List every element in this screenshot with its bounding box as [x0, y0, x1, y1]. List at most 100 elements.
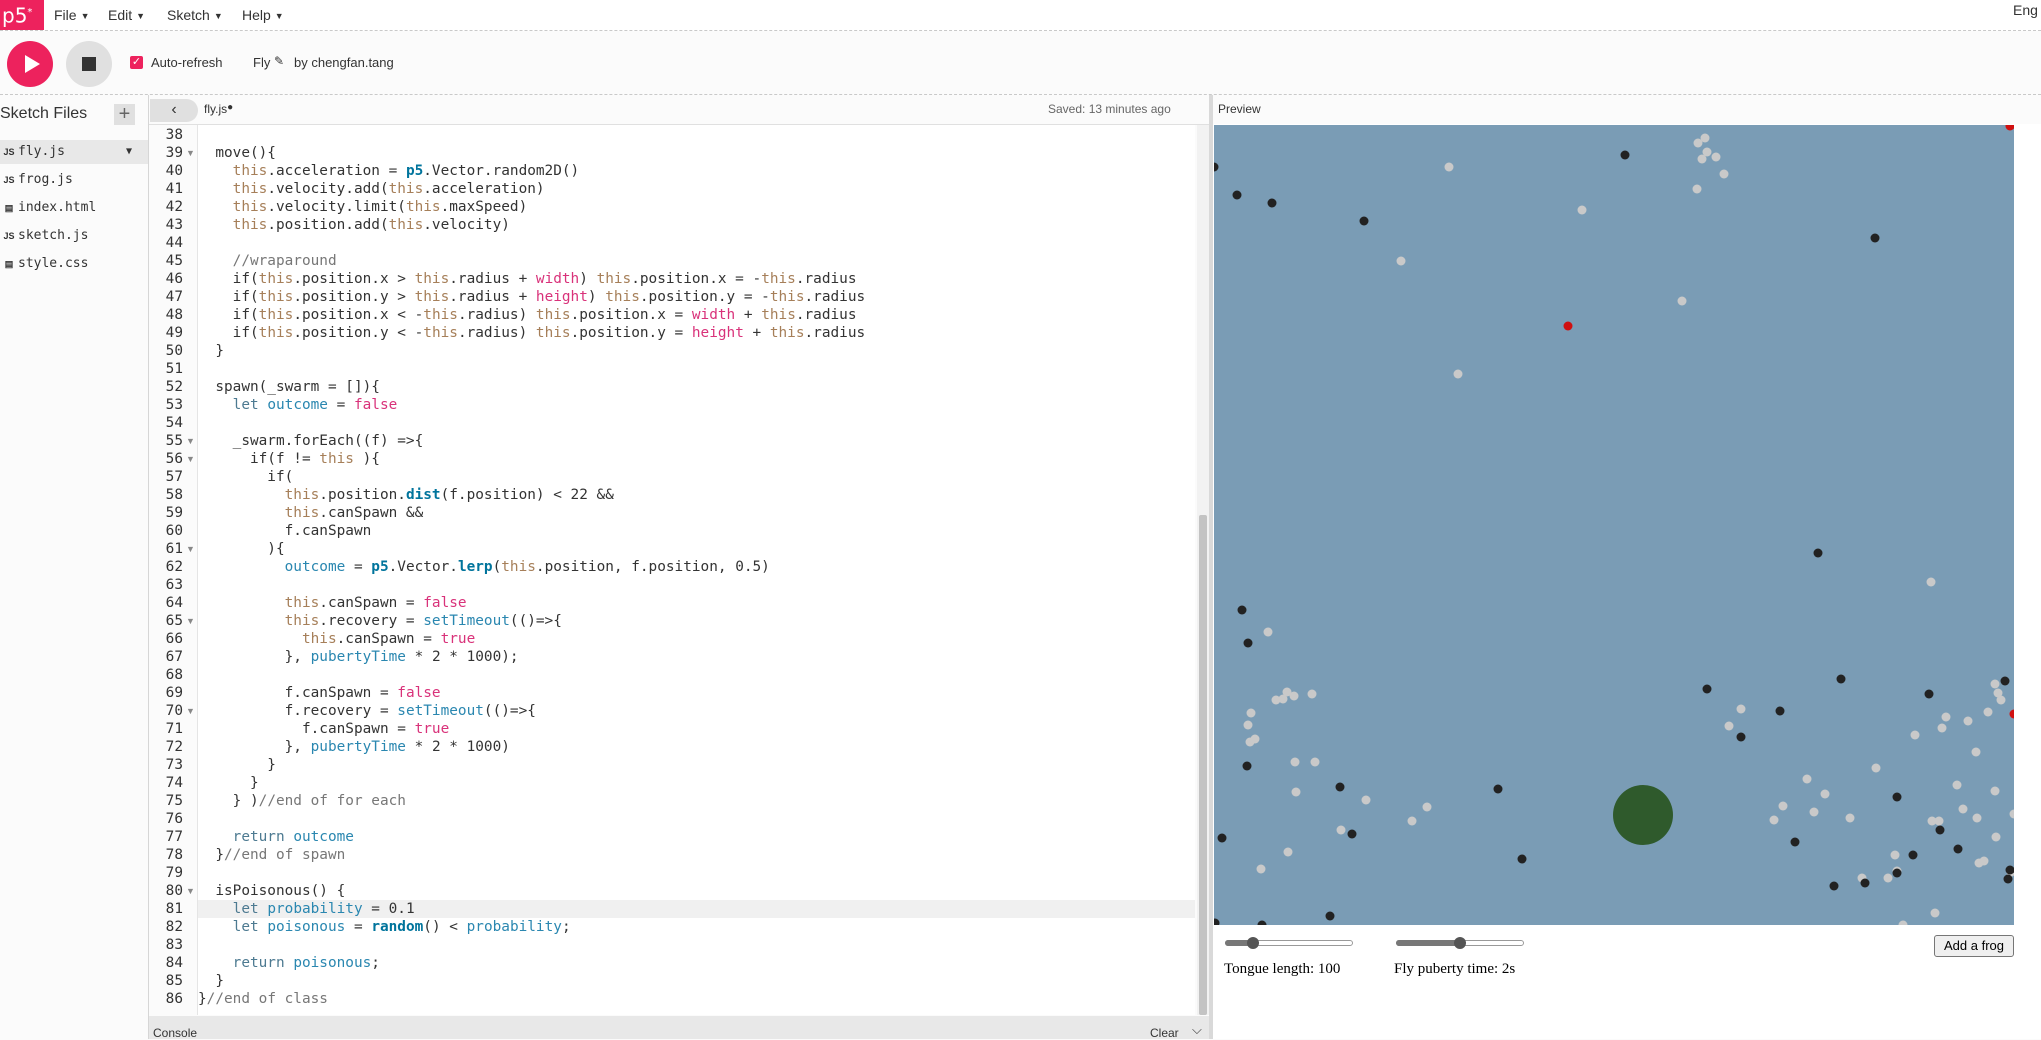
p5-logo[interactable]: p5* — [0, 0, 44, 30]
code-line[interactable]: ){ — [198, 540, 1195, 558]
console-clear-button[interactable]: Clear — [1150, 1026, 1179, 1040]
code-line[interactable] — [198, 810, 1195, 828]
menu-sketch[interactable]: Sketch ▼ — [167, 0, 223, 30]
code-line[interactable]: f.canSpawn = false — [198, 684, 1195, 702]
code-text: this.acceleration = p5.Vector.random2D() — [232, 163, 580, 179]
slider-thumb[interactable] — [1454, 937, 1466, 949]
code-line[interactable]: this.velocity.add(this.acceleration) — [198, 180, 1195, 198]
code-line[interactable]: if(this.position.x > this.radius + width… — [198, 270, 1195, 288]
scrollbar-thumb[interactable] — [1199, 515, 1207, 1015]
code-line[interactable]: if(this.position.x < -this.radius) this.… — [198, 306, 1195, 324]
code-line[interactable]: outcome = p5.Vector.lerp(this.position, … — [198, 558, 1195, 576]
code-line[interactable] — [198, 234, 1195, 252]
code-line[interactable]: return outcome — [198, 828, 1195, 846]
code-line[interactable] — [198, 576, 1195, 594]
code-line[interactable]: isPoisonous() { — [198, 882, 1195, 900]
menu-edit[interactable]: Edit ▼ — [108, 0, 145, 30]
add-frog-button[interactable]: Add a frog — [1934, 935, 2014, 957]
tongue-length-slider[interactable] — [1225, 937, 1353, 949]
code-line[interactable]: }, pubertyTime * 2 * 1000); — [198, 648, 1195, 666]
code-line[interactable]: }, pubertyTime * 2 * 1000) — [198, 738, 1195, 756]
fold-arrow-icon[interactable]: ▼ — [186, 144, 195, 162]
code-line[interactable]: }//end of spawn — [198, 846, 1195, 864]
code-line[interactable]: return poisonous; — [198, 954, 1195, 972]
code-line[interactable]: move(){ — [198, 144, 1195, 162]
file-item-style-css[interactable]: ▤ style.css — [0, 252, 148, 276]
language-menu[interactable]: Eng — [2013, 0, 2038, 20]
menu-help[interactable]: Help ▼ — [242, 0, 284, 30]
code-line[interactable]: }//end of class — [198, 990, 1195, 1008]
fly — [1719, 169, 1729, 179]
line-number: 57 — [165, 469, 183, 485]
sketch-canvas[interactable] — [1214, 125, 2014, 925]
fold-arrow-icon[interactable]: ▼ — [186, 612, 195, 630]
code-line[interactable]: } )//end of for each — [198, 792, 1195, 810]
line-number: 44 — [165, 235, 183, 251]
fold-arrow-icon[interactable]: ▼ — [186, 882, 195, 900]
code-line[interactable]: this.velocity.limit(this.maxSpeed) — [198, 198, 1195, 216]
chevron-down-icon[interactable]: ⌵ — [1192, 1022, 1202, 1038]
sketch-author[interactable]: by chengfan.tang — [294, 55, 394, 70]
code-line[interactable]: if(this.position.y < -this.radius) this.… — [198, 324, 1195, 342]
code-line[interactable]: //wraparound — [198, 252, 1195, 270]
slider-thumb[interactable] — [1247, 937, 1260, 949]
collapse-sidebar-button[interactable]: ‹ — [150, 99, 198, 122]
menu-file[interactable]: File ▼ — [54, 0, 89, 30]
code-line[interactable]: this.position.dist(f.position) < 22 && — [198, 486, 1195, 504]
file-item-frog-js[interactable]: JS frog.js — [0, 168, 148, 192]
code-line[interactable] — [198, 414, 1195, 432]
pencil-icon[interactable]: ✎ — [274, 54, 284, 68]
fold-arrow-icon[interactable]: ▼ — [186, 432, 195, 450]
code-line[interactable]: if( — [198, 468, 1195, 486]
menu-file-label: File — [54, 7, 77, 23]
autorefresh-checkbox[interactable]: ✓ — [130, 56, 143, 69]
code-line[interactable]: let probability = 0.1 — [198, 900, 1195, 918]
line-number: 73 — [165, 757, 183, 773]
fold-arrow-icon[interactable]: ▼ — [186, 450, 195, 468]
code-line[interactable]: f.canSpawn = true — [198, 720, 1195, 738]
line-number: 85 — [165, 973, 183, 989]
stop-button[interactable] — [66, 41, 112, 87]
code-line[interactable]: spawn(_swarm = []){ — [198, 378, 1195, 396]
code-text: if(this.position.y < -this.radius) this.… — [198, 325, 866, 341]
code-line[interactable]: if(this.position.y > this.radius + heigh… — [198, 288, 1195, 306]
code-line[interactable]: this.canSpawn = true — [198, 630, 1195, 648]
code-line[interactable]: let poisonous = random() < probability; — [198, 918, 1195, 936]
code-line[interactable] — [198, 666, 1195, 684]
puberty-time-slider[interactable] — [1396, 937, 1524, 949]
file-item-index-html[interactable]: ▤ index.html — [0, 196, 148, 220]
fold-arrow-icon[interactable]: ▼ — [186, 702, 195, 720]
code-line[interactable]: this.acceleration = p5.Vector.random2D() — [198, 162, 1195, 180]
code-line[interactable]: f.recovery = setTimeout(()=>{ — [198, 702, 1195, 720]
code-line[interactable]: } — [198, 756, 1195, 774]
code-line[interactable]: } — [198, 774, 1195, 792]
play-button[interactable] — [7, 41, 53, 87]
code-line[interactable]: } — [198, 342, 1195, 360]
fold-arrow-icon[interactable]: ▼ — [186, 540, 195, 558]
sketch-name[interactable]: Fly — [253, 55, 270, 70]
code-line[interactable]: let outcome = false — [198, 396, 1195, 414]
line-number: 47 — [165, 289, 183, 305]
code-line[interactable]: this.canSpawn = false — [198, 594, 1195, 612]
line-number: 76 — [165, 811, 183, 827]
code-line[interactable] — [198, 126, 1195, 144]
chevron-down-icon[interactable]: ▼ — [126, 140, 132, 164]
code-line[interactable]: this.position.add(this.velocity) — [198, 216, 1195, 234]
code-line[interactable]: f.canSpawn — [198, 522, 1195, 540]
console-label[interactable]: Console — [153, 1026, 197, 1040]
file-item-fly-js[interactable]: JS fly.js ▼ — [0, 140, 148, 164]
editor-tab[interactable]: fly.js● — [204, 102, 233, 116]
code-line[interactable] — [198, 864, 1195, 882]
code-line[interactable]: } — [198, 972, 1195, 990]
code-line[interactable]: _swarm.forEach((f) =>{ — [198, 432, 1195, 450]
code-line[interactable]: this.recovery = setTimeout(()=>{ — [198, 612, 1195, 630]
code-line[interactable] — [198, 360, 1195, 378]
add-file-button[interactable]: + — [114, 104, 135, 125]
caret-down-icon: ▼ — [213, 11, 223, 21]
code-line[interactable]: this.canSpawn && — [198, 504, 1195, 522]
code-editor[interactable]: move(){ this.acceleration = p5.Vector.ra… — [198, 125, 1195, 1015]
code-line[interactable] — [198, 936, 1195, 954]
code-line[interactable]: if(f != this ){ — [198, 450, 1195, 468]
fly — [1736, 732, 1746, 742]
file-item-sketch-js[interactable]: JS sketch.js — [0, 224, 148, 248]
